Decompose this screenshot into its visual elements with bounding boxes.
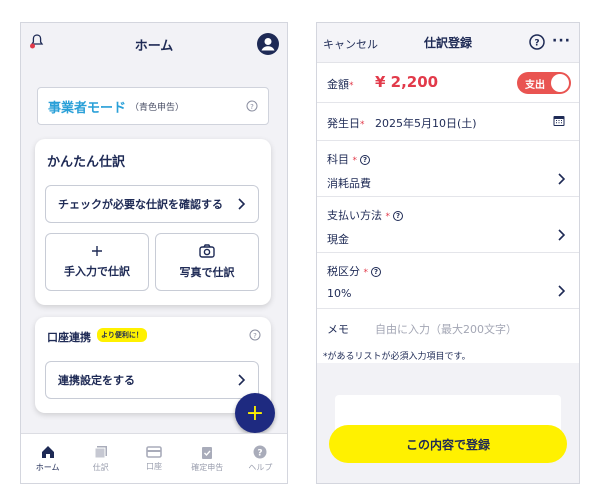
- chevron-right-icon: [236, 374, 246, 386]
- memo-row[interactable]: メモ 自由に入力（最大200文字）: [317, 309, 579, 347]
- photo-entry-label: 写真で仕訳: [179, 266, 235, 279]
- required-note: *があるリストが必須入力項目です。: [323, 352, 471, 362]
- entry-header: キャンセル 仕訳登録 ? ···: [317, 23, 579, 63]
- date-label: 発生日*: [327, 117, 365, 130]
- question-icon: ?: [360, 155, 370, 165]
- easy-journal-card: かんたん仕訳 チェックが必要な仕訳を確認する 手入力で仕訳 写真で仕訳: [35, 139, 271, 305]
- tab-account[interactable]: 口座: [127, 434, 180, 483]
- tax-value: 10%: [327, 287, 352, 300]
- payment-method-row[interactable]: 支払い方法 *? 現金: [317, 197, 579, 253]
- camera-icon: [199, 244, 215, 258]
- bottom-tab-bar: ホーム 仕訳 口座 確定申告 ? ヘルプ: [21, 433, 287, 483]
- expense-toggle[interactable]: 支出: [517, 72, 571, 94]
- bank-link-card: 口座連携 より便利に！ ? 連携設定をする: [35, 317, 271, 413]
- help-icon[interactable]: ?: [529, 34, 545, 50]
- memo-input[interactable]: 自由に入力（最大200文字）: [375, 321, 517, 337]
- check-journals-label: チェックが必要な仕訳を確認する: [58, 198, 223, 211]
- tab-home[interactable]: ホーム: [21, 434, 74, 483]
- mode-sub-label: （青色申告）: [130, 102, 185, 113]
- card-icon: [146, 445, 162, 458]
- journal-icon: [94, 445, 108, 459]
- card-title: かんたん仕訳: [47, 155, 126, 170]
- help-icon: ?: [253, 445, 267, 459]
- chevron-right-icon: [557, 173, 565, 185]
- home-header: ホーム: [21, 23, 287, 65]
- plus-icon: [91, 245, 103, 257]
- account-row[interactable]: 科目 *? 消耗品費: [317, 141, 579, 197]
- journal-entry-screen: キャンセル 仕訳登録 ? ··· 金額* ¥ 2,200 支出 発生日* 202…: [316, 22, 580, 484]
- svg-text:?: ?: [250, 103, 254, 111]
- bank-setup-label: 連携設定をする: [58, 374, 135, 387]
- photo-entry-button[interactable]: 写真で仕訳: [155, 233, 259, 291]
- amount-value[interactable]: ¥ 2,200: [375, 73, 438, 91]
- promo-badge: より便利に！: [97, 328, 147, 342]
- calendar-icon[interactable]: [553, 115, 565, 127]
- question-icon[interactable]: ?: [246, 100, 258, 112]
- more-options-icon[interactable]: ···: [552, 33, 571, 49]
- svg-text:?: ?: [258, 448, 263, 458]
- question-icon: ?: [393, 211, 403, 221]
- svg-text:?: ?: [253, 332, 257, 340]
- tab-label: 口座: [146, 461, 162, 471]
- date-value: 2025年5月10日(土): [375, 117, 477, 130]
- question-icon: ?: [371, 267, 381, 277]
- tax-label: 税区分 *?: [327, 263, 381, 279]
- svg-text:?: ?: [534, 39, 539, 49]
- check-journals-button[interactable]: チェックが必要な仕訳を確認する: [45, 185, 259, 223]
- chevron-right-icon: [236, 198, 246, 210]
- chevron-right-icon: [557, 229, 565, 241]
- card-title: 口座連携: [47, 331, 91, 344]
- page-title: 仕訳登録: [423, 36, 472, 50]
- mode-label: 事業者モード: [48, 100, 127, 116]
- account-label: 科目 *?: [327, 151, 370, 167]
- bell-icon[interactable]: [29, 33, 45, 49]
- home-icon: [41, 445, 55, 459]
- memo-label: メモ: [327, 323, 349, 336]
- bank-setup-button[interactable]: 連携設定をする: [45, 361, 259, 399]
- tab-help[interactable]: ? ヘルプ: [234, 434, 287, 483]
- tab-label: ヘルプ: [248, 462, 273, 472]
- tab-journal[interactable]: 仕訳: [74, 434, 127, 483]
- tab-label: ホーム: [35, 462, 60, 472]
- question-icon[interactable]: ?: [249, 329, 261, 341]
- account-value: 消耗品費: [327, 177, 371, 190]
- account-icon[interactable]: [257, 33, 279, 55]
- add-journal-fab[interactable]: +: [235, 393, 275, 433]
- payment-value: 現金: [327, 233, 349, 246]
- cancel-button[interactable]: キャンセル: [323, 36, 378, 52]
- page-title: ホーム: [134, 38, 174, 54]
- manual-entry-label: 手入力で仕訳: [64, 265, 130, 278]
- business-mode-selector[interactable]: 事業者モード （青色申告） ?: [37, 87, 269, 125]
- toggle-label: 支出: [525, 79, 545, 91]
- tax-category-row[interactable]: 税区分 *? 10%: [317, 253, 579, 309]
- clipboard-check-icon: [200, 445, 214, 459]
- amount-row[interactable]: 金額* ¥ 2,200 支出: [317, 63, 579, 103]
- chevron-right-icon: [557, 285, 565, 297]
- payment-label: 支払い方法 *?: [327, 207, 403, 223]
- tab-tax-return[interactable]: 確定申告: [181, 434, 234, 483]
- manual-entry-button[interactable]: 手入力で仕訳: [45, 233, 149, 291]
- date-row[interactable]: 発生日* 2025年5月10日(土): [317, 103, 579, 141]
- home-screen: ホーム 事業者モード （青色申告） ? かんたん仕訳 チェックが必要な仕訳を確認…: [20, 22, 288, 484]
- toggle-knob: [551, 74, 569, 92]
- tab-label: 確定申告: [191, 462, 224, 472]
- tab-label: 仕訳: [92, 462, 109, 472]
- register-button[interactable]: この内容で登録: [329, 425, 567, 463]
- amount-label: 金額*: [327, 78, 354, 91]
